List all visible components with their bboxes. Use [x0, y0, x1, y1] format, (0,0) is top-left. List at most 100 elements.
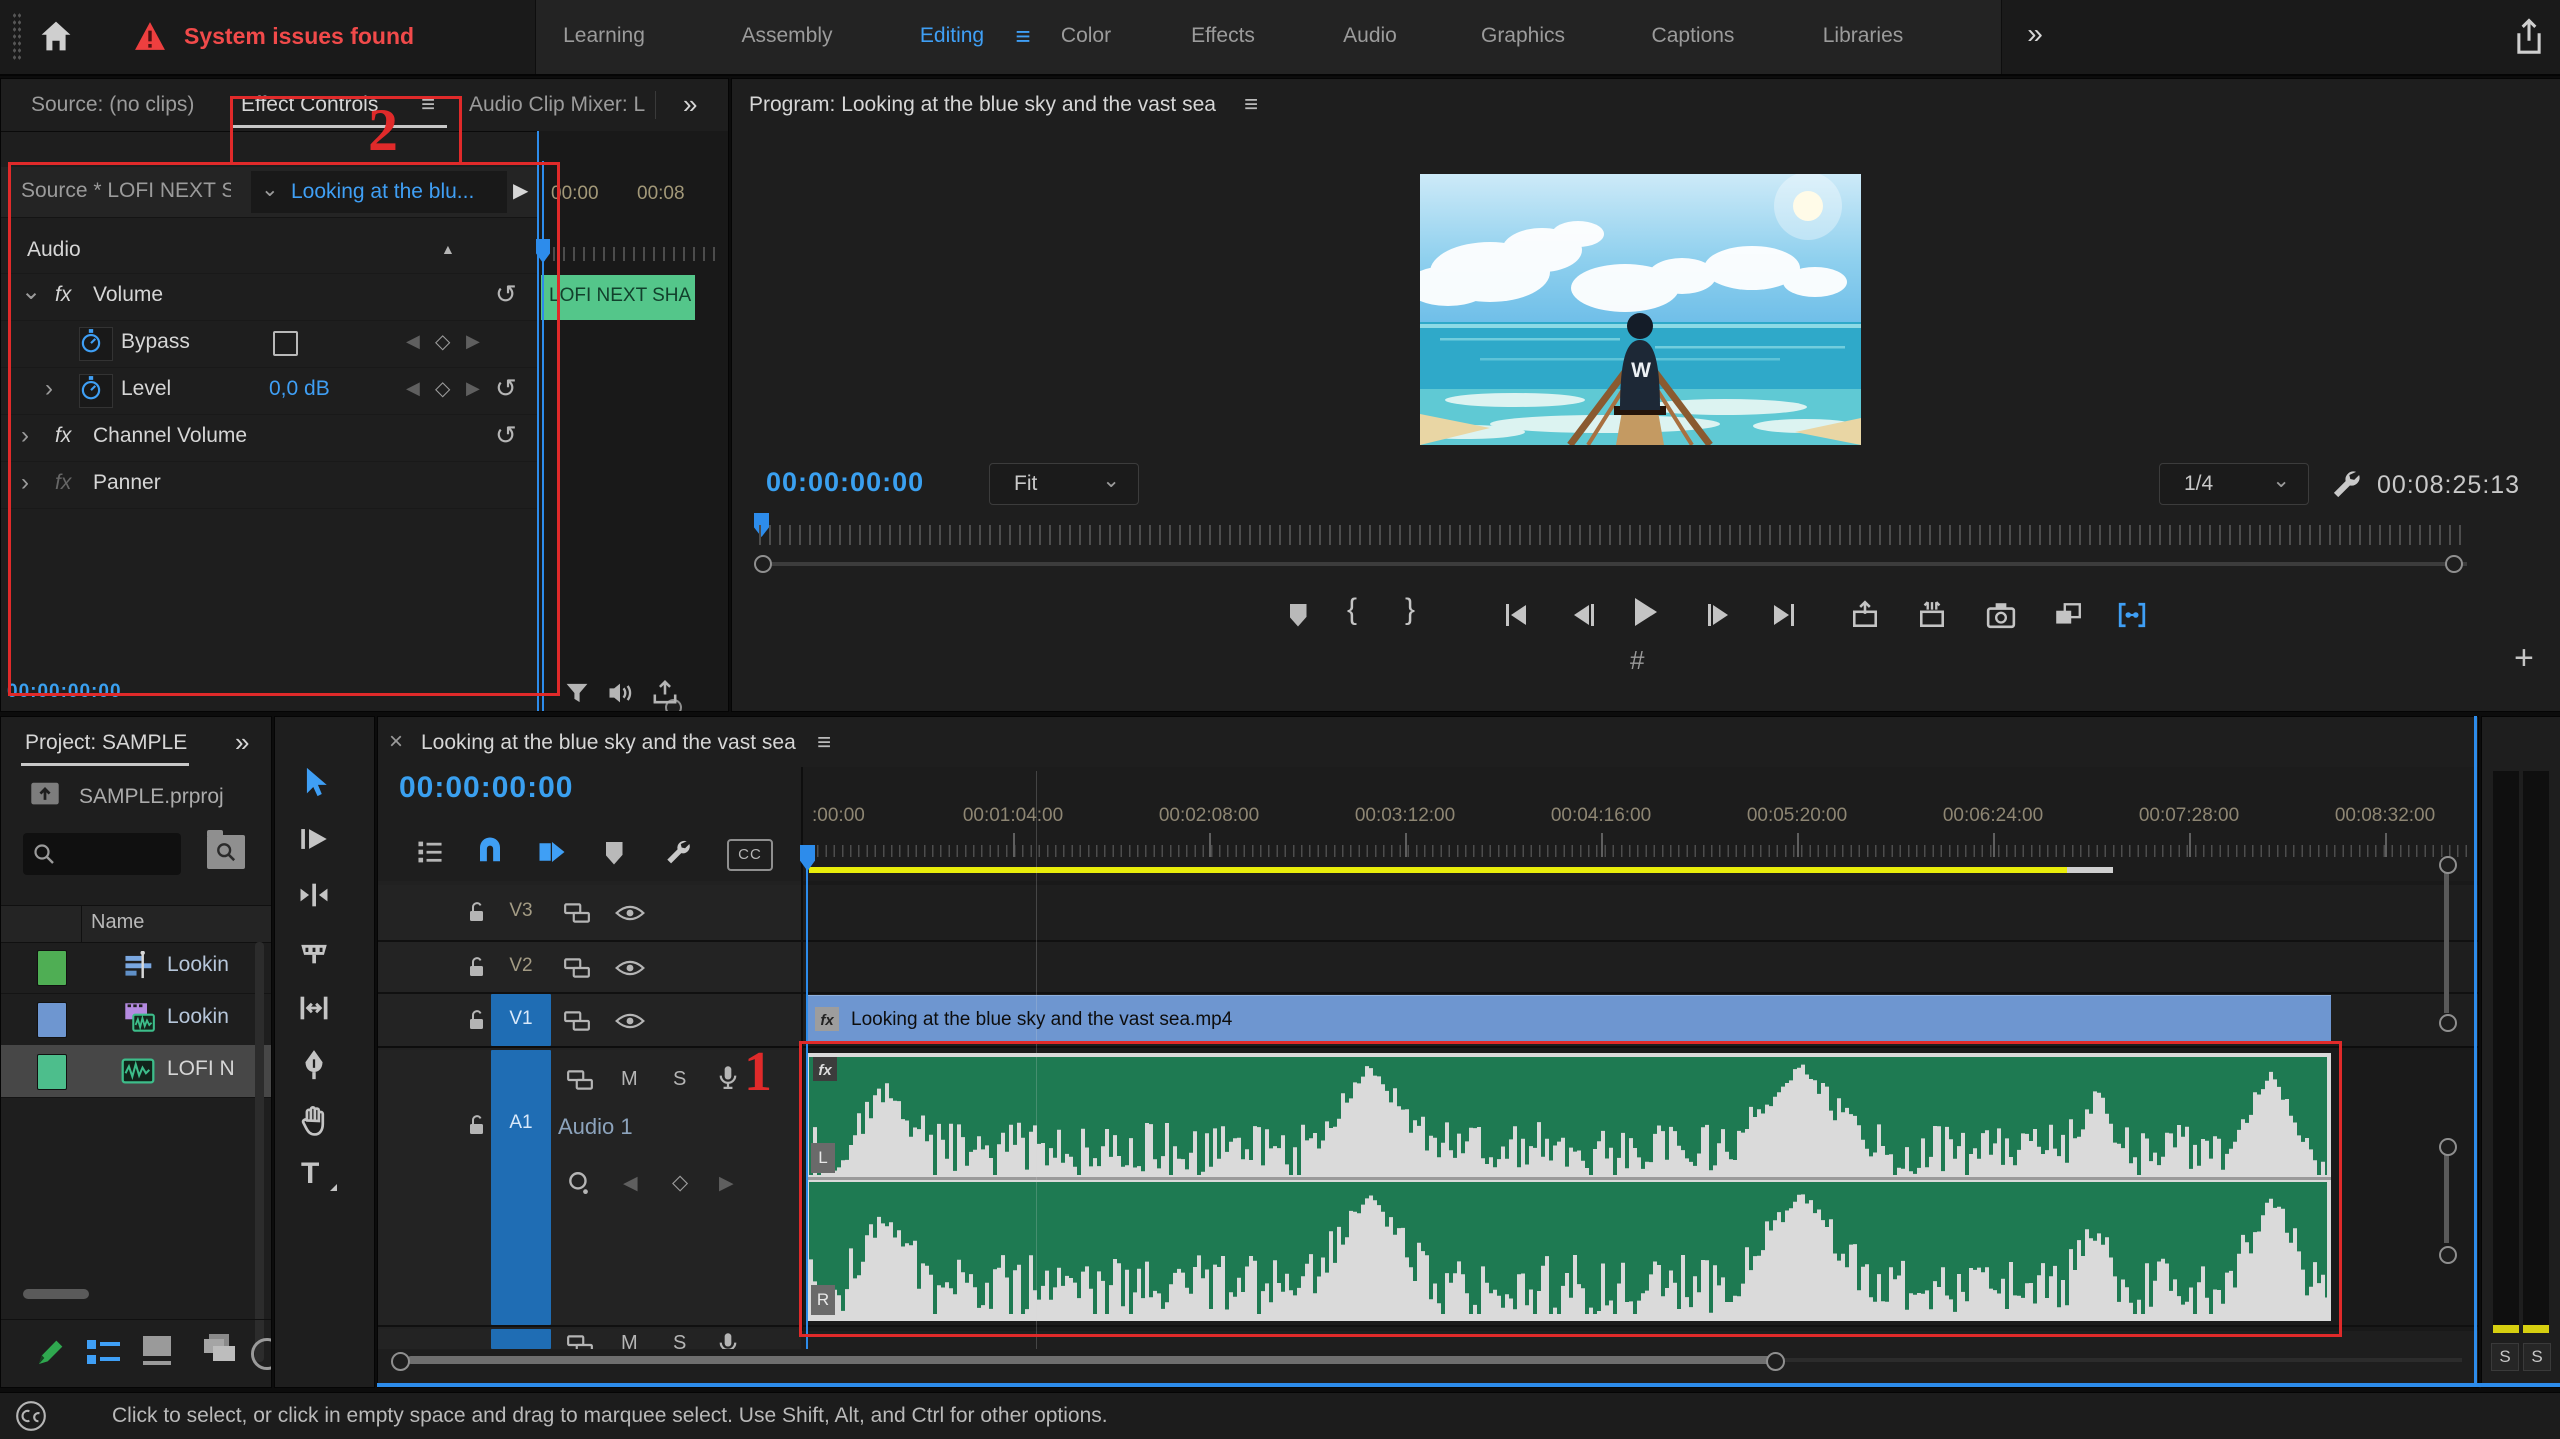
freeform-view-button[interactable]: [199, 1334, 235, 1368]
tab-learning[interactable]: Learning: [563, 24, 645, 48]
zoom-handle-left[interactable]: [754, 555, 772, 573]
button-editor-plus[interactable]: +: [2514, 639, 2534, 678]
export-frame-button[interactable]: [1983, 597, 2019, 633]
list-view-button[interactable]: [87, 1338, 121, 1368]
track-select-forward-tool[interactable]: [297, 822, 331, 856]
find-in-bin-button[interactable]: [207, 835, 245, 869]
snap-toggle[interactable]: [475, 835, 505, 865]
add-marker-button[interactable]: [1280, 597, 1316, 633]
program-timecode[interactable]: 00:00:00:00: [766, 467, 924, 498]
play-audio-button[interactable]: [606, 681, 634, 705]
captions-button[interactable]: CC: [727, 839, 773, 871]
mute-button[interactable]: M: [621, 1332, 638, 1349]
mark-in-button[interactable]: {: [1347, 593, 1357, 627]
mark-out-button[interactable]: }: [1405, 593, 1415, 627]
tab-effects[interactable]: Effects: [1191, 24, 1255, 48]
project-file-name[interactable]: SAMPLE.prproj: [79, 785, 224, 809]
export-button[interactable]: [651, 679, 679, 705]
tab-graphics[interactable]: Graphics: [1481, 24, 1565, 48]
settings-wrench-button[interactable]: [2329, 467, 2361, 499]
hand-tool[interactable]: [297, 1104, 331, 1138]
hscroll-handle-left[interactable]: [391, 1352, 410, 1371]
solo-button[interactable]: S: [673, 1068, 686, 1091]
vscroll-audio-bar[interactable]: [2444, 1155, 2449, 1243]
vertical-scrollbar[interactable]: [255, 942, 264, 1362]
clipped-tool-button[interactable]: [251, 1338, 272, 1370]
razor-tool[interactable]: [297, 935, 331, 969]
grip-icon[interactable]: #: [1630, 645, 1644, 676]
tab-audio[interactable]: Audio: [1343, 24, 1397, 48]
add-marker-button[interactable]: [596, 835, 632, 871]
linked-selection-toggle[interactable]: [537, 837, 567, 867]
track-a1-header[interactable]: A1 M S Audio 1 ◀ ◇ ▶: [378, 1050, 801, 1327]
mini-ruler-ticks[interactable]: [543, 247, 723, 261]
vscroll-handle[interactable]: [2439, 856, 2457, 874]
step-back-button[interactable]: [1566, 597, 1602, 633]
tab-audio-clip-mixer[interactable]: Audio Clip Mixer: L: [469, 93, 651, 117]
next-keyframe-icon[interactable]: ▶: [719, 1172, 734, 1195]
vscroll-handle[interactable]: [2439, 1014, 2457, 1032]
vscroll-handle[interactable]: [2439, 1246, 2457, 1264]
label-swatch[interactable]: [37, 950, 67, 986]
tab-editing[interactable]: Editing: [920, 24, 984, 48]
tab-source-monitor[interactable]: Source: (no clips): [31, 93, 194, 117]
track-a2-header-sliver[interactable]: M S: [378, 1329, 801, 1349]
program-zoom-track[interactable]: [759, 562, 2467, 566]
project-item-row[interactable]: Lookin: [1, 941, 271, 994]
track-v1-content[interactable]: fx Looking at the blue sky and the vast …: [803, 994, 2478, 1048]
track-v2-header[interactable]: V2: [378, 942, 801, 994]
ripple-edit-tool[interactable]: [297, 878, 331, 912]
go-to-in-button[interactable]: [1498, 597, 1534, 633]
track-target-a2[interactable]: [491, 1329, 551, 1349]
project-panel-overflow[interactable]: »: [235, 727, 249, 758]
video-viewer[interactable]: W: [1420, 174, 1861, 445]
prev-keyframe-icon[interactable]: ◀: [623, 1172, 638, 1195]
project-item-row[interactable]: Lookin: [1, 993, 271, 1046]
show-keyframes-icon[interactable]: [566, 1170, 592, 1196]
type-tool[interactable]: T: [301, 1157, 335, 1193]
track-v2-content[interactable]: [803, 942, 2478, 994]
tab-libraries[interactable]: Libraries: [1823, 24, 1904, 48]
solo-button[interactable]: S: [673, 1332, 686, 1349]
zoom-handle-right[interactable]: [2445, 555, 2463, 573]
track-v3-content[interactable]: [803, 885, 2478, 942]
home-button[interactable]: [38, 18, 74, 54]
program-menu-icon[interactable]: ≡: [1244, 91, 1258, 119]
track-label-v2[interactable]: V2: [491, 955, 551, 977]
hscroll-handle-right[interactable]: [1766, 1352, 1785, 1371]
label-swatch[interactable]: [37, 1054, 67, 1090]
vscroll-video-bar[interactable]: [2444, 873, 2449, 1013]
track-target-a1[interactable]: A1: [491, 1050, 551, 1325]
track-label-v3[interactable]: V3: [491, 900, 551, 922]
close-tab-icon[interactable]: ×: [389, 728, 403, 756]
mute-button[interactable]: M: [621, 1068, 638, 1091]
comparison-view-button[interactable]: [2050, 597, 2086, 633]
solo-button-2[interactable]: S: [2523, 1343, 2551, 1371]
label-swatch[interactable]: [37, 1002, 67, 1038]
track-v1-header[interactable]: V1: [378, 994, 801, 1048]
pen-tool[interactable]: [297, 1048, 331, 1082]
track-target-v1[interactable]: V1: [491, 994, 551, 1046]
play-button[interactable]: [1628, 594, 1664, 630]
fit-dropdown[interactable]: Fit ⌄: [989, 463, 1139, 505]
system-issues-warning[interactable]: System issues found: [134, 20, 414, 52]
timeline-wrench-button[interactable]: [663, 837, 691, 865]
timeline-settings-button[interactable]: [415, 837, 445, 867]
horizontal-scrollbar-knob[interactable]: [23, 1289, 89, 1299]
playback-resolution-dropdown[interactable]: 1/4 ⌄: [2159, 463, 2309, 505]
tab-assembly[interactable]: Assembly: [741, 24, 832, 48]
list-header[interactable]: Name: [1, 905, 271, 943]
extract-button[interactable]: [1914, 597, 1950, 633]
tab-color[interactable]: Color: [1061, 24, 1111, 48]
mini-clip[interactable]: LOFI NEXT SHA: [541, 275, 695, 320]
tab-captions[interactable]: Captions: [1652, 24, 1735, 48]
timeline-tab[interactable]: Looking at the blue sky and the vast sea: [421, 731, 796, 755]
solo-button-1[interactable]: S: [2491, 1343, 2519, 1371]
track-v3-header[interactable]: V3: [378, 885, 801, 942]
project-item-row-selected[interactable]: LOFI N: [1, 1045, 271, 1098]
workspace-overflow-button[interactable]: »: [2027, 18, 2043, 50]
selection-tool[interactable]: [297, 765, 331, 799]
navigate-up-button[interactable]: [29, 779, 61, 807]
filter-effects-button[interactable]: [564, 681, 590, 705]
share-button[interactable]: [2512, 18, 2546, 56]
